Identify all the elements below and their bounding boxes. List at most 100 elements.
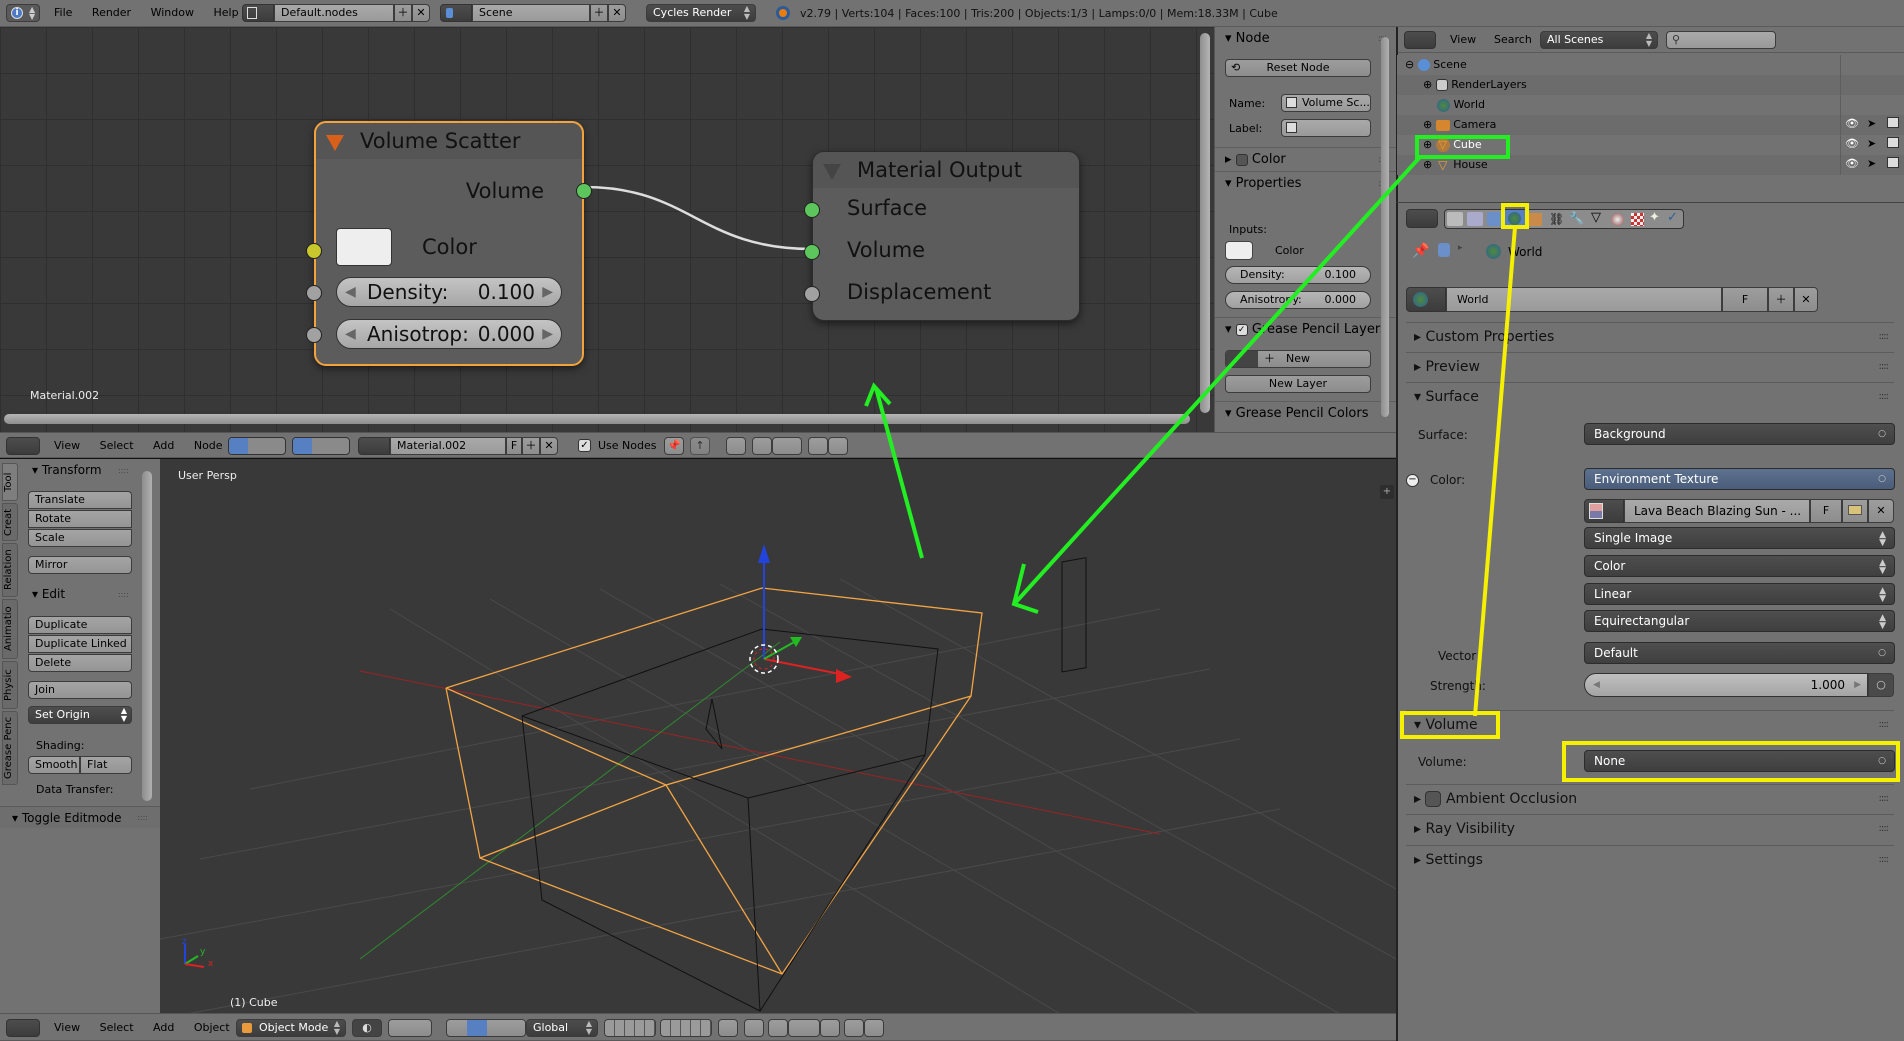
select-arrow-icon[interactable]: ➤	[1867, 137, 1876, 150]
vertical-scrollbar[interactable]	[1200, 33, 1210, 413]
orientation-dropdown[interactable]: Global ▲ ▼	[526, 1019, 598, 1037]
menu-window[interactable]: Window	[143, 0, 202, 26]
material-fake-user-button[interactable]: F	[506, 437, 522, 455]
panel-ray-visibility-header[interactable]: ▸ Ray Visibility::::	[1406, 814, 1894, 842]
vector-dropdown[interactable]: Default ○	[1584, 642, 1895, 664]
tab-create[interactable]: Creat	[2, 503, 18, 541]
select-arrow-icon[interactable]: ➤	[1867, 157, 1876, 170]
tab-texture-icon[interactable]	[1631, 213, 1644, 226]
mode-dropdown[interactable]: Object Mode ▲ ▼	[236, 1019, 346, 1037]
menu-node[interactable]: Node	[186, 433, 231, 459]
snap-target-button[interactable]	[820, 1019, 840, 1037]
image-source-dropdown[interactable]: Single Image ▲ ▼	[1584, 527, 1895, 549]
collapse-arrow-icon[interactable]	[326, 135, 344, 151]
new-layer-button[interactable]: New Layer	[1225, 375, 1371, 393]
display-mode-dropdown[interactable]: All Scenes ▲ ▼	[1540, 31, 1658, 49]
material-browse-button[interactable]	[358, 437, 390, 455]
displacement-input-socket[interactable]	[804, 286, 820, 302]
menu-file[interactable]: File	[46, 0, 80, 26]
panel-preview-header[interactable]: ▸ Preview::::	[1406, 352, 1894, 380]
render-camera-icon[interactable]	[1887, 117, 1899, 128]
menu-add[interactable]: Add	[145, 1015, 182, 1041]
rotate-button[interactable]: Rotate	[28, 510, 132, 528]
menu-select[interactable]: Select	[92, 433, 142, 459]
scale-button[interactable]: Scale	[28, 529, 132, 547]
set-origin-dropdown[interactable]: Set Origin ▲ ▼	[28, 706, 132, 724]
ambient-occlusion-checkbox[interactable]	[1425, 791, 1442, 807]
copy-nodes-button[interactable]	[808, 437, 828, 455]
editor-type-button[interactable]	[1406, 209, 1438, 228]
layers-grid-2[interactable]	[660, 1019, 712, 1037]
material-field[interactable]: Material.002	[390, 437, 506, 455]
panel-properties-header[interactable]: ▾ Properties::::	[1215, 171, 1396, 195]
projection-dropdown[interactable]: Equirectangular ▲ ▼	[1584, 610, 1895, 632]
anisotropy-input-socket[interactable]	[306, 327, 322, 343]
duplicate-button[interactable]: Duplicate	[28, 616, 132, 634]
material-delete-button[interactable]: ✕	[540, 437, 558, 455]
panel-color-header[interactable]: ▸ Color::::	[1215, 147, 1396, 171]
smooth-button[interactable]: Smooth	[28, 756, 80, 774]
panel-ambient-occlusion-header[interactable]: ▸ Ambient Occlusion::::	[1406, 784, 1894, 812]
color-swatch[interactable]	[336, 228, 392, 266]
node-label-field[interactable]	[1281, 119, 1371, 137]
flat-button[interactable]: Flat	[80, 756, 132, 774]
scene-add-button[interactable]: ＋	[590, 4, 608, 22]
paste-nodes-button[interactable]	[828, 437, 848, 455]
menu-view[interactable]: View	[1442, 27, 1484, 53]
snap-button[interactable]	[752, 437, 772, 455]
pin-button[interactable]: 📌	[664, 437, 684, 455]
select-arrow-icon[interactable]: ➤	[1867, 117, 1876, 130]
reset-node-button[interactable]: ⟲ Reset Node	[1225, 59, 1371, 77]
world-name-field[interactable]: World	[1446, 287, 1722, 312]
color-input-dropdown[interactable]: Environment Texture ○	[1584, 468, 1895, 490]
visibility-eye-icon[interactable]: 👁	[1845, 137, 1859, 150]
use-nodes-checkbox[interactable]: ✓	[578, 439, 591, 452]
image-open-button[interactable]	[1842, 499, 1868, 523]
strength-slider[interactable]: ◀ 1.000 ▶	[1584, 673, 1868, 697]
menu-render[interactable]: Render	[84, 0, 139, 26]
outliner-item-world[interactable]: World	[1397, 95, 1904, 115]
snap-element-dropdown[interactable]	[788, 1019, 820, 1037]
shader-type-group[interactable]	[228, 437, 286, 455]
density-slider[interactable]: ◀ Density: 0.100 ▶	[336, 277, 562, 307]
menu-select[interactable]: Select	[92, 1015, 142, 1041]
backdrop-button[interactable]	[726, 437, 746, 455]
snap-element-button[interactable]	[772, 437, 802, 455]
outliner-item-house[interactable]: ⊕ ▽ House	[1397, 155, 1904, 175]
snap-toggle-button[interactable]	[768, 1019, 788, 1037]
menu-help[interactable]: Help	[205, 0, 246, 26]
manipulator-group[interactable]	[446, 1019, 526, 1037]
image-fake-user-button[interactable]: F	[1810, 499, 1842, 523]
tab-render-icon[interactable]	[1447, 212, 1463, 226]
viewport-shading-dropdown[interactable]: ◐	[352, 1019, 382, 1037]
object-icon[interactable]	[293, 438, 312, 454]
interpolation-dropdown[interactable]: Linear ▲ ▼	[1584, 583, 1895, 605]
render-camera-icon[interactable]	[1887, 137, 1899, 148]
tab-world-icon[interactable]	[1505, 210, 1525, 228]
strength-link-button[interactable]: ○	[1868, 673, 1894, 697]
lock-camera-button[interactable]	[718, 1019, 738, 1037]
world-browse-button[interactable]	[1406, 287, 1446, 312]
panel-custom-properties-header[interactable]: ▸ Custom Properties::::	[1406, 322, 1894, 350]
render-anim-button[interactable]	[864, 1019, 884, 1037]
world-add-button[interactable]: ＋	[1768, 287, 1794, 312]
density-field[interactable]: Density: 0.100	[1225, 266, 1371, 284]
material-add-button[interactable]: ＋	[522, 437, 540, 455]
material-output-node[interactable]: Material Output Surface Volume Displacem…	[804, 151, 1080, 321]
3d-viewport[interactable]: User Persp z y x (1) Cube +	[160, 458, 1396, 1014]
tab-physics[interactable]: Physic	[2, 661, 18, 709]
shelf-scrollbar[interactable]	[142, 471, 152, 801]
node-editor-canvas[interactable]: Volume Scatter Volume Color ◀ Density: 0…	[0, 27, 1214, 432]
node-header[interactable]: Material Output	[813, 152, 1079, 188]
editor-type-button[interactable]	[6, 437, 40, 455]
panel-node-header[interactable]: ▾ Node::::	[1215, 27, 1396, 51]
screen-layout-icon[interactable]	[242, 4, 274, 22]
outliner-item-camera[interactable]: ⊕ Camera	[1397, 115, 1904, 135]
image-browse-button[interactable]	[1584, 499, 1624, 523]
anisotropy-slider[interactable]: ◀ Anisotrop: 0.000 ▶	[336, 319, 562, 349]
mirror-button[interactable]: Mirror	[28, 556, 132, 574]
editor-type-button[interactable]	[1404, 31, 1436, 49]
render-camera-icon[interactable]	[1887, 157, 1899, 168]
menu-search[interactable]: Search	[1486, 27, 1540, 53]
tab-physics-icon[interactable]: ✓	[1667, 210, 1678, 225]
